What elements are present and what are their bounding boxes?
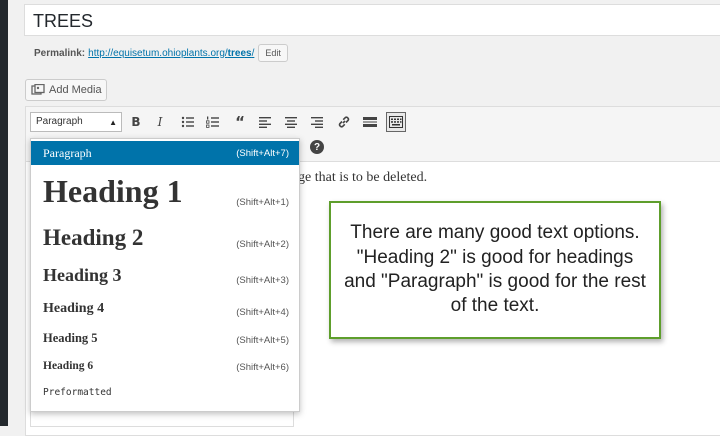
italic-button[interactable]: I [150, 112, 170, 132]
add-media-icon [31, 84, 45, 95]
format-dropdown-menu: Paragraph (Shift+Alt+7) Heading 1 (Shift… [30, 138, 300, 412]
bulleted-list-icon [181, 116, 194, 128]
post-title-input[interactable]: TREES [24, 4, 720, 36]
numbered-list-icon [206, 116, 219, 128]
format-option-shortcut: (Shift+Alt+7) [236, 147, 289, 159]
format-option-shortcut: (Shift+Alt+6) [236, 361, 289, 373]
permalink-slug: trees [227, 47, 252, 59]
editor-content-text: ge that is to be deleted. [298, 170, 428, 185]
toolbar-toggle-icon [389, 116, 403, 128]
format-option-shortcut: (Shift+Alt+1) [236, 196, 289, 208]
add-media-button[interactable]: Add Media [25, 79, 107, 101]
permalink-link[interactable]: http://equisetum.ohioplants.org/trees/ [88, 48, 254, 59]
read-more-icon [363, 117, 377, 127]
bold-button[interactable]: B [126, 112, 146, 132]
format-option-label: Preformatted [43, 386, 112, 398]
read-more-button[interactable] [360, 112, 380, 132]
blockquote-button[interactable]: “ [230, 112, 250, 132]
align-left-button[interactable] [255, 112, 275, 132]
permalink-edit-button[interactable]: Edit [258, 44, 288, 62]
add-media-label: Add Media [49, 84, 102, 96]
format-option-label: Heading 2 [43, 225, 144, 250]
bulleted-list-button[interactable] [178, 112, 198, 132]
permalink-row: Permalink: http://equisetum.ohioplants.o… [34, 44, 288, 62]
blockquote-icon: “ [235, 113, 245, 131]
format-option-heading-2[interactable]: Heading 2 (Shift+Alt+2) [31, 221, 299, 255]
help-icon[interactable]: ? [310, 140, 324, 154]
format-option-label: Paragraph [43, 145, 92, 160]
align-right-icon [310, 117, 323, 128]
caret-up-icon: ▲ [109, 118, 117, 127]
format-option-shortcut: (Shift+Alt+3) [236, 274, 289, 286]
italic-icon: I [157, 115, 163, 129]
insert-link-button[interactable] [334, 112, 354, 132]
permalink-base: http://equisetum.ohioplants.org/ [88, 47, 228, 59]
format-option-heading-4[interactable]: Heading 4 (Shift+Alt+4) [31, 297, 299, 321]
format-option-shortcut: (Shift+Alt+4) [236, 306, 289, 318]
format-option-heading-3[interactable]: Heading 3 (Shift+Alt+3) [31, 261, 299, 289]
annotation-callout: There are many good text options. "Headi… [329, 201, 661, 339]
align-left-icon [258, 117, 271, 128]
format-option-label: Heading 1 [43, 172, 183, 209]
format-option-shortcut: (Shift+Alt+2) [236, 238, 289, 250]
format-option-label: Heading 6 [43, 360, 94, 372]
permalink-end: / [251, 47, 255, 59]
format-select-value: Paragraph [36, 116, 83, 127]
format-option-preformatted[interactable]: Preformatted [31, 381, 299, 403]
format-option-shortcut: (Shift+Alt+5) [236, 334, 289, 346]
format-option-heading-1[interactable]: Heading 1 (Shift+Alt+1) [31, 169, 299, 213]
format-option-paragraph[interactable]: Paragraph (Shift+Alt+7) [31, 141, 299, 165]
numbered-list-button[interactable] [203, 112, 223, 132]
permalink-label: Permalink: [34, 47, 86, 59]
format-option-heading-5[interactable]: Heading 5 (Shift+Alt+5) [31, 326, 299, 350]
admin-sidebar-edge [0, 0, 8, 426]
format-option-label: Heading 4 [43, 301, 105, 316]
bold-icon: B [131, 115, 141, 129]
callout-text: There are many good text options. "Headi… [344, 222, 646, 317]
align-center-button[interactable] [281, 112, 301, 132]
toolbar-toggle-button[interactable] [386, 112, 406, 132]
align-center-icon [284, 117, 297, 128]
format-select[interactable]: Paragraph ▲ [30, 112, 122, 132]
align-right-button[interactable] [307, 112, 327, 132]
format-option-label: Heading 3 [43, 264, 122, 285]
format-option-heading-6[interactable]: Heading 6 (Shift+Alt+6) [31, 354, 299, 378]
link-icon [338, 116, 350, 128]
format-option-label: Heading 5 [43, 330, 98, 345]
